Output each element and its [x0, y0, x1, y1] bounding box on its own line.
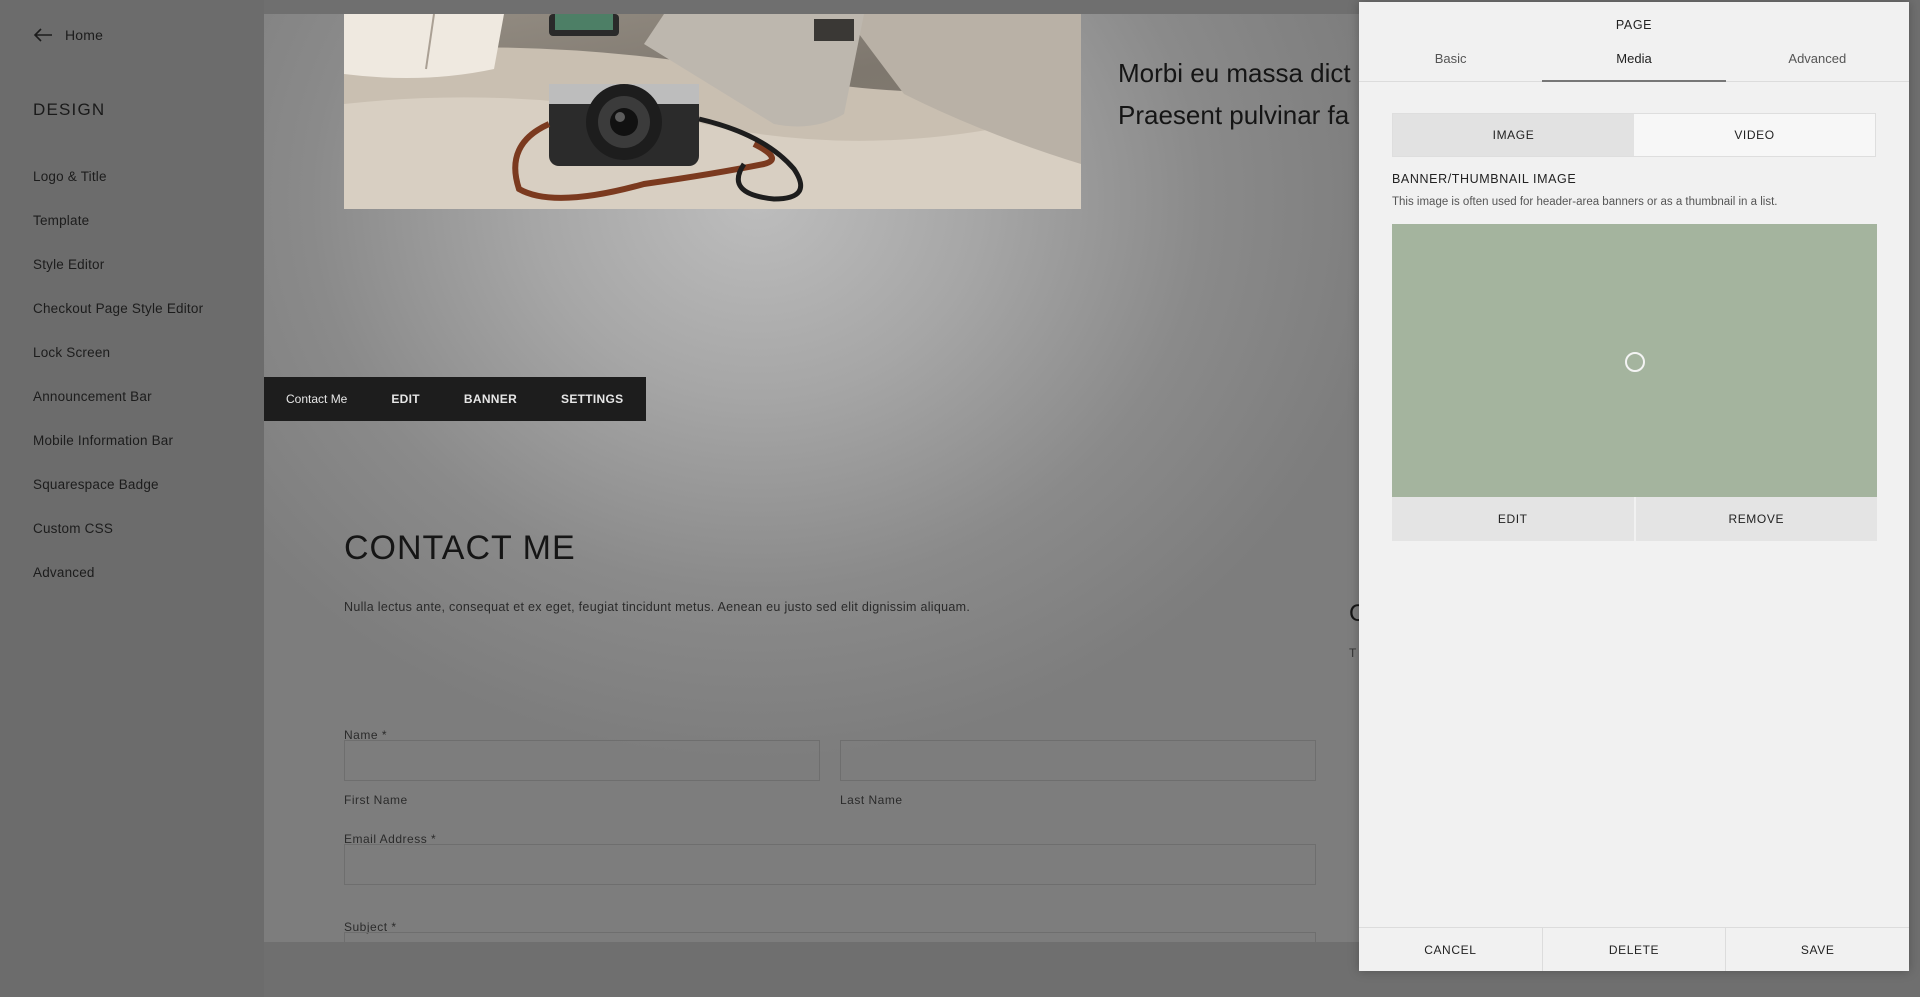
sidebar-item-template[interactable]: Template [33, 210, 203, 254]
tab-media[interactable]: Media [1542, 42, 1726, 82]
toolbar-settings-button[interactable]: SETTINGS [539, 377, 645, 421]
video-toggle-button[interactable]: VIDEO [1634, 114, 1875, 156]
tab-advanced[interactable]: Advanced [1726, 42, 1909, 81]
contact-title: CONTACT ME [344, 529, 576, 567]
camera-photo-illustration [344, 14, 1081, 209]
panel-tabs: Basic Media Advanced [1359, 42, 1909, 82]
banner-remove-button[interactable]: REMOVE [1633, 497, 1878, 541]
home-link[interactable]: Home [33, 24, 103, 46]
subject-input[interactable] [344, 932, 1316, 942]
sidebar-item-checkout-style-editor[interactable]: Checkout Page Style Editor [33, 298, 203, 342]
sidebar-item-lock-screen[interactable]: Lock Screen [33, 342, 203, 386]
tab-basic[interactable]: Basic [1359, 42, 1542, 81]
contact-description: Nulla lectus ante, consequat et ex eget,… [344, 600, 971, 614]
sidebar-item-mobile-info-bar[interactable]: Mobile Information Bar [33, 430, 203, 474]
hero-text: Morbi eu massa dict Praesent pulvinar fa [1118, 52, 1360, 136]
sidebar-item-style-editor[interactable]: Style Editor [33, 254, 203, 298]
sidebar-item-logo-title[interactable]: Logo & Title [33, 166, 203, 210]
delete-button[interactable]: DELETE [1541, 928, 1726, 971]
save-button[interactable]: SAVE [1725, 928, 1909, 971]
sidebar-item-advanced[interactable]: Advanced [33, 562, 203, 606]
media-type-toggle: IMAGE VIDEO [1392, 113, 1876, 157]
panel-footer: CANCEL DELETE SAVE [1359, 927, 1909, 971]
design-heading: DESIGN [33, 100, 106, 119]
last-name-input[interactable] [840, 740, 1316, 781]
loading-spinner-icon [1625, 352, 1645, 372]
home-label: Home [65, 27, 104, 43]
hero-image [344, 14, 1081, 209]
toolbar-page-name: Contact Me [286, 392, 348, 406]
panel-title: PAGE [1615, 18, 1653, 32]
toolbar-banner-button[interactable]: BANNER [442, 377, 539, 421]
cancel-button[interactable]: CANCEL [1359, 928, 1542, 971]
first-name-label: First Name [344, 793, 408, 807]
hero-text-line-2: Praesent pulvinar fa [1118, 100, 1350, 130]
image-toggle-button[interactable]: IMAGE [1393, 114, 1634, 156]
design-menu: Logo & Title Template Style Editor Check… [33, 166, 203, 606]
last-name-label: Last Name [840, 793, 903, 807]
page-preview: Morbi eu massa dict Praesent pulvinar fa… [264, 14, 1360, 942]
banner-edit-button[interactable]: EDIT [1392, 497, 1634, 541]
partial-text: T [1349, 646, 1357, 660]
banner-help-text: This image is often used for header-area… [1392, 196, 1778, 208]
sidebar-item-squarespace-badge[interactable]: Squarespace Badge [33, 474, 203, 518]
design-sidebar: Home DESIGN Logo & Title Template Style … [0, 0, 264, 997]
page-toolbar: Contact Me EDIT BANNER SETTINGS [264, 377, 646, 421]
banner-actions: EDIT REMOVE [1392, 497, 1877, 541]
sidebar-item-custom-css[interactable]: Custom CSS [33, 518, 203, 562]
banner-heading: BANNER/THUMBNAIL IMAGE [1392, 172, 1577, 186]
first-name-input[interactable] [344, 740, 820, 781]
sidebar-item-announcement-bar[interactable]: Announcement Bar [33, 386, 203, 430]
page-settings-panel: PAGE Basic Media Advanced IMAGE VIDEO BA… [1359, 2, 1909, 971]
banner-image-preview[interactable] [1392, 224, 1877, 497]
hero-text-line-1: Morbi eu massa dict [1118, 58, 1351, 88]
toolbar-edit-button[interactable]: EDIT [369, 377, 442, 421]
email-input[interactable] [344, 844, 1316, 885]
arrow-left-icon [33, 28, 52, 42]
